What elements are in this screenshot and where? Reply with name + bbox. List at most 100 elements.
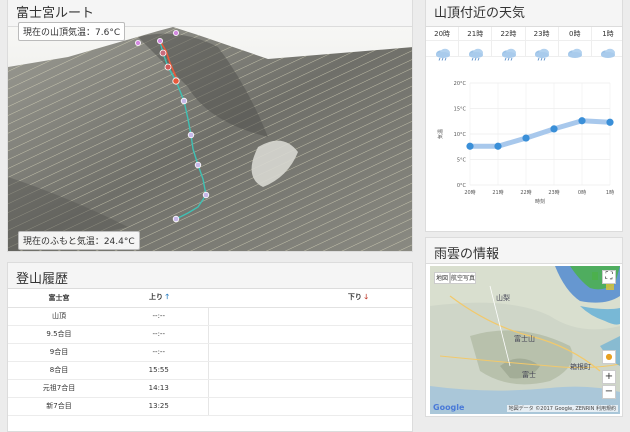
rain-cloud-icon xyxy=(525,41,558,67)
temperature-point xyxy=(606,118,614,126)
route-marker-gansei-7[interactable] xyxy=(180,97,188,105)
route-terrain-view[interactable] xyxy=(8,27,413,252)
temperature-series-line xyxy=(467,118,613,149)
forecast-time: 21時 xyxy=(459,27,492,41)
route-marker-rim[interactable] xyxy=(172,30,179,36)
rain-radar-map[interactable]: 山梨 富士山 箱根町 富士 地図 航空写真 ⛶ ● + − Google 地図デ… xyxy=(430,266,620,414)
table-row: 新7合目 13:25 xyxy=(8,397,412,416)
row-station: 9.5合目 xyxy=(8,325,110,344)
route-marker-summit-east[interactable] xyxy=(156,37,163,44)
y-tick-label: 0°C xyxy=(457,183,467,189)
map-place-label: 山梨 xyxy=(496,294,510,302)
table-row: 山頂 --:-- xyxy=(8,307,412,326)
climb-history-table: 富士宮 上り 🡑 下り 🡓 山頂 --:-- 9.5合目 --:-- 9合目 --:-… xyxy=(8,289,412,416)
y-tick-label: 20°C xyxy=(454,81,467,87)
row-down-time xyxy=(207,325,412,344)
base-temperature-label: 現在のふもと気温：24.4°C xyxy=(18,231,140,250)
column-header-station: 富士宮 xyxy=(8,289,110,308)
route-marker-9[interactable] xyxy=(164,63,172,71)
table-row: 8合目 15:55 xyxy=(8,361,412,380)
row-up-time: 14:13 xyxy=(110,379,208,398)
x-tick-label: 22時 xyxy=(520,190,531,196)
y-tick-label: 5°C xyxy=(457,158,467,164)
cloud-icon xyxy=(591,41,622,67)
temperature-point xyxy=(578,117,586,125)
y-axis-label: 気温 xyxy=(437,129,444,139)
climb-history-title: 登山履歴 xyxy=(8,263,412,289)
forecast-time: 23時 xyxy=(525,27,558,41)
route-marker-5[interactable] xyxy=(202,191,210,199)
y-tick-label: 10°C xyxy=(454,132,467,138)
route-marker-8[interactable] xyxy=(172,77,180,85)
map-attribution[interactable]: 地図データ ©2017 Google, ZENRIN 利用規約 xyxy=(506,405,618,412)
temperature-point xyxy=(466,142,474,150)
map-place-label: 富士 xyxy=(522,371,536,379)
map-type-button[interactable]: 地図 xyxy=(434,272,450,284)
table-header-row: 富士宮 上り 🡑 下り 🡓 xyxy=(8,289,412,308)
row-up-time: --:-- xyxy=(110,343,208,362)
summit-temperature-label: 現在の山頂気温：7.6°C xyxy=(18,22,126,41)
arrow-up-icon: 🡑 xyxy=(165,292,170,301)
route-marker-9-5[interactable] xyxy=(159,49,167,57)
route-marker-shin-7[interactable] xyxy=(187,131,195,139)
temperature-point xyxy=(494,142,502,150)
rain-cloud-icon xyxy=(459,41,492,67)
fullscreen-button[interactable]: ⛶ xyxy=(602,270,616,284)
satellite-type-button[interactable]: 航空写真 xyxy=(450,272,476,284)
route-marker-summit[interactable] xyxy=(135,39,142,46)
x-tick-label: 23時 xyxy=(548,190,559,196)
row-up-time: --:-- xyxy=(110,307,208,326)
rain-cloud-icon xyxy=(426,41,459,67)
x-tick-label: 21時 xyxy=(492,190,503,196)
map-place-label: 富士山 xyxy=(514,335,535,343)
zoom-in-button[interactable]: + xyxy=(602,370,616,384)
row-down-time xyxy=(207,361,412,380)
pegman-button[interactable]: ● xyxy=(602,350,616,364)
cloud-icon xyxy=(558,41,591,67)
row-up-time: 13:25 xyxy=(110,397,208,416)
table-row: 9合目 --:-- xyxy=(8,343,412,362)
forecast-time: 1時 xyxy=(591,27,622,41)
temperature-point xyxy=(522,134,530,142)
row-station: 8合目 xyxy=(8,361,110,380)
temperature-point xyxy=(550,125,558,133)
forecast-time: 0時 xyxy=(558,27,591,41)
x-tick-label: 0時 xyxy=(578,190,586,196)
row-station: 新7合目 xyxy=(8,397,110,416)
row-station: 9合目 xyxy=(8,343,110,362)
column-header-up: 上り 🡑 xyxy=(110,289,208,308)
route-panel: 富士宮ルート 現在の山頂気温：7.6°C 現在のふもと気温：24.4°C xyxy=(7,0,413,252)
x-axis-label: 時刻 xyxy=(535,198,545,205)
x-tick-label: 20時 xyxy=(464,190,475,196)
climb-history-panel: 登山履歴 富士宮 上り 🡑 下り 🡓 山頂 --:-- 9.5合目 --:-- 9合… xyxy=(7,262,413,432)
table-row: 9.5合目 --:-- xyxy=(8,325,412,344)
map-place-label: 箱根町 xyxy=(570,363,591,371)
pegman-icon: ● xyxy=(605,352,613,361)
route-marker-base[interactable] xyxy=(172,215,180,223)
y-tick-label: 15°C xyxy=(454,107,467,113)
forecast-icons-row xyxy=(426,41,622,67)
row-up-time: --:-- xyxy=(110,325,208,344)
row-up-time: 15:55 xyxy=(110,361,208,380)
table-row: 元祖7合目 14:13 xyxy=(8,379,412,398)
row-down-time xyxy=(207,343,412,362)
arrow-down-icon: 🡓 xyxy=(364,292,368,301)
rain-cloud-icon xyxy=(492,41,525,67)
summit-weather-title: 山頂付近の天気 xyxy=(426,0,622,27)
fullscreen-icon: ⛶ xyxy=(605,271,613,282)
forecast-time: 20時 xyxy=(426,27,459,41)
rain-cloud-title: 雨雲の情報 xyxy=(426,238,622,264)
route-marker-6[interactable] xyxy=(194,161,202,169)
rain-cloud-panel: 雨雲の情報 山梨 富士山 箱根町 富士 地図 航空写真 ⛶ ● + − Goog… xyxy=(425,237,623,417)
google-logo: Google xyxy=(433,403,465,412)
row-down-time xyxy=(207,307,412,326)
row-down-time xyxy=(207,397,412,416)
forecast-time: 22時 xyxy=(492,27,525,41)
zoom-out-button[interactable]: − xyxy=(602,385,616,399)
temperature-chart: 0°C 5°C 10°C 15°C 20°C 20時 21時 22時 23時 0時 1時時刻 気温 xyxy=(437,81,614,205)
summit-weather-panel: 山頂付近の天気 20時 21時 22時 23時 0時 1時 0°C 5°C 10°C… xyxy=(425,0,623,232)
row-station: 元祖7合目 xyxy=(8,379,110,398)
row-station: 山頂 xyxy=(8,307,110,326)
column-header-down: 下り 🡓 xyxy=(208,289,412,308)
row-down-time xyxy=(207,379,412,398)
